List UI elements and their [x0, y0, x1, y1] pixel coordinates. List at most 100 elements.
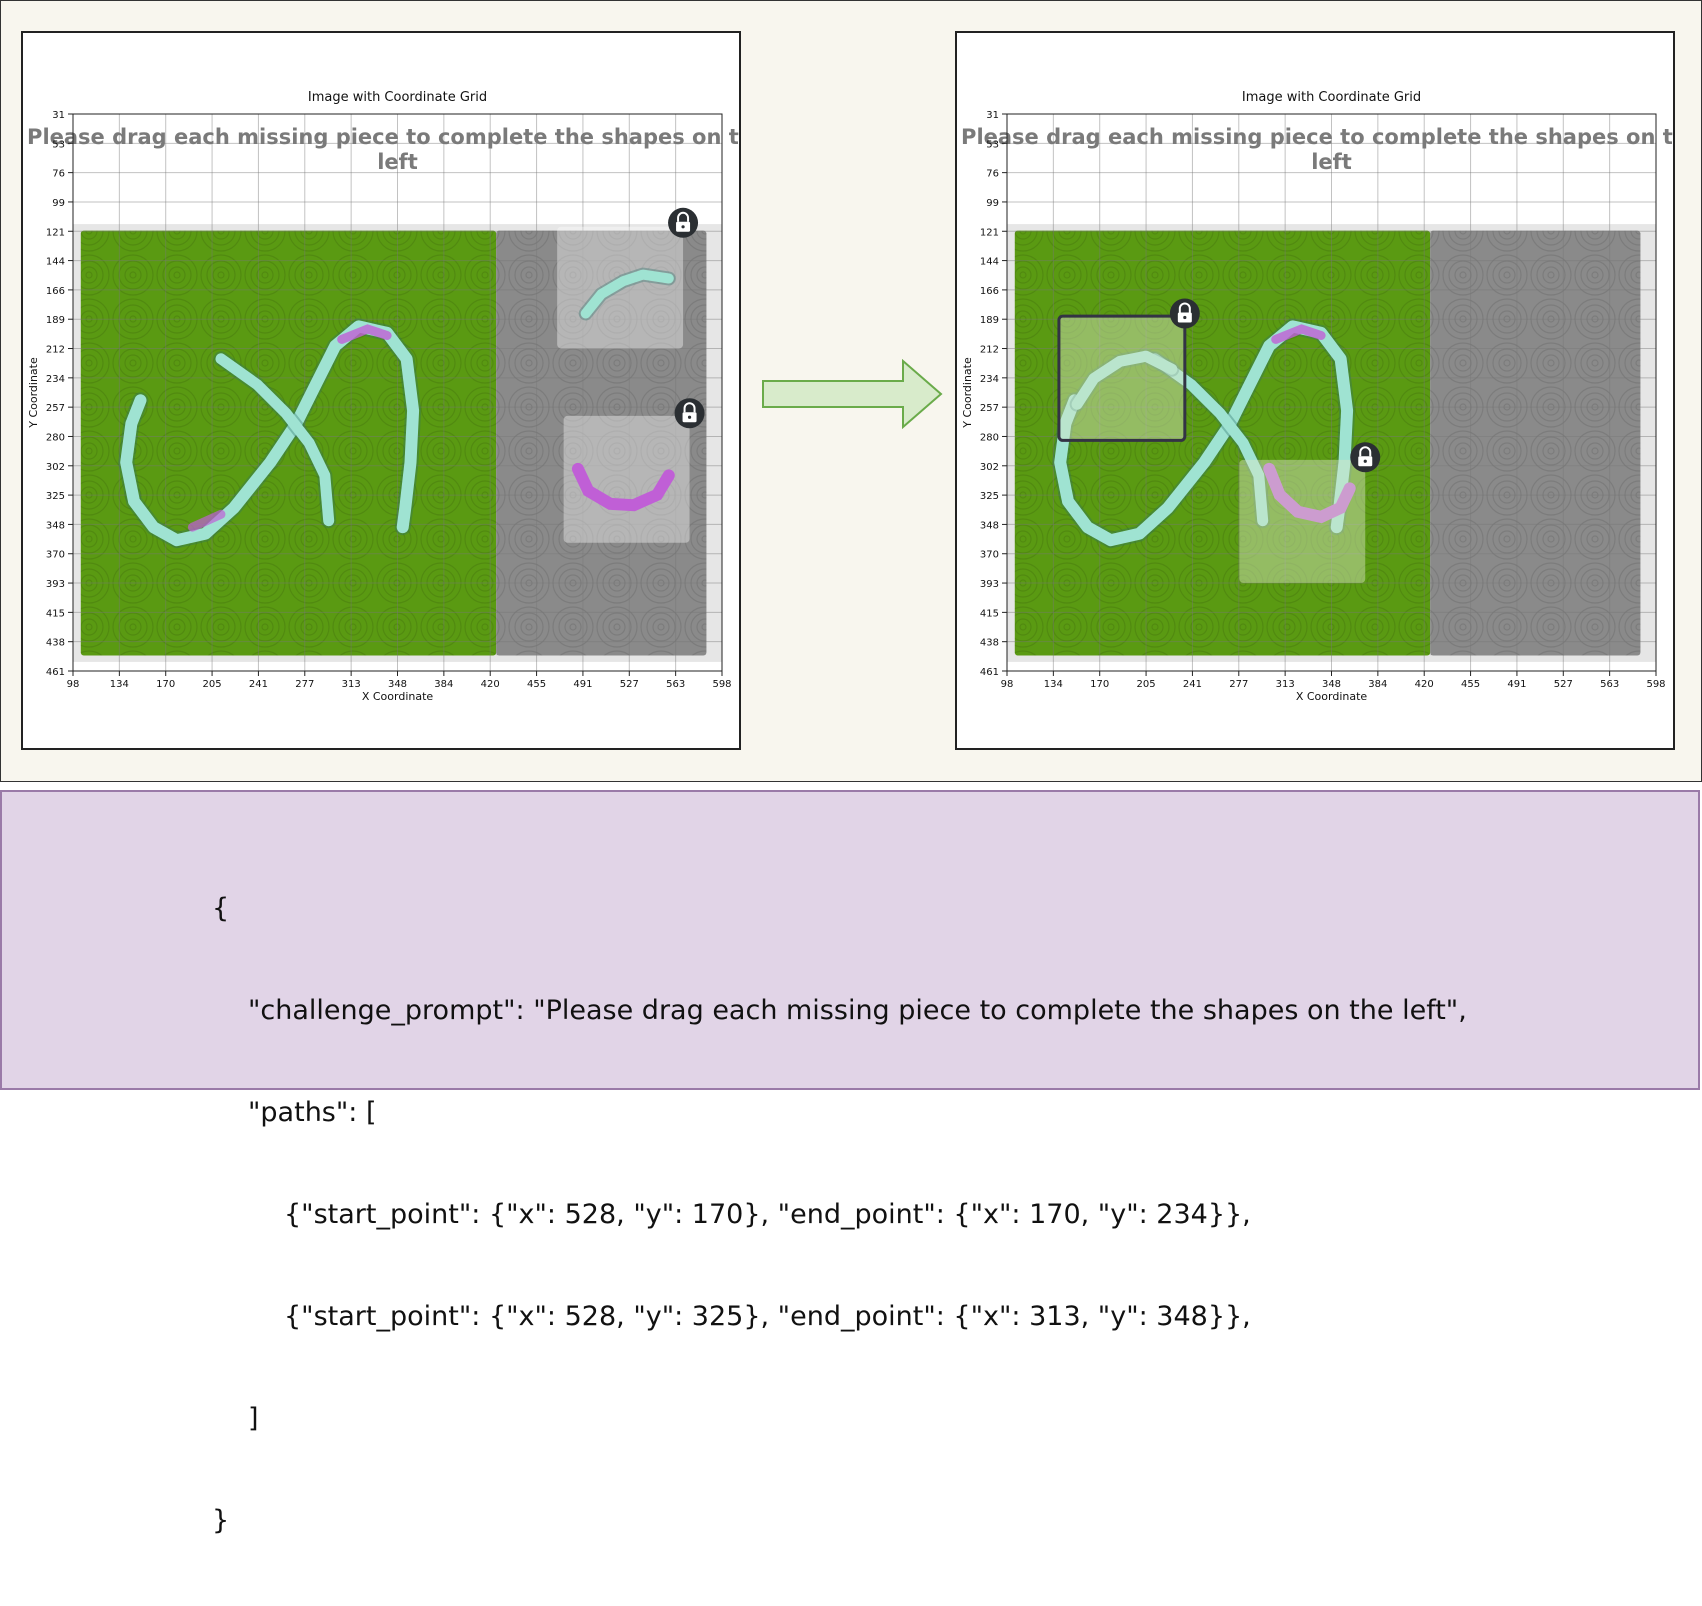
json-line-open: {: [212, 893, 230, 924]
comparison-area: Image with Coordinate Grid Please drag ea…: [0, 0, 1702, 782]
y-tick-label: 325: [980, 491, 999, 502]
x-axis-label: X Coordinate: [1296, 690, 1368, 703]
y-tick-label: 280: [980, 432, 999, 443]
y-tick-label: 99: [52, 198, 65, 209]
challenge-prompt-line-2: left: [377, 150, 418, 174]
x-tick-label: 598: [712, 679, 731, 690]
y-tick-label: 53: [986, 139, 999, 150]
y-tick-label: 121: [980, 227, 999, 238]
lock-icon-placed-1[interactable]: [1169, 298, 1200, 329]
x-tick-label: 313: [1276, 679, 1295, 690]
x-tick-label: 205: [203, 679, 222, 690]
solution-json-text: { "challenge_prompt": "Please drag each …: [212, 824, 1467, 1606]
y-tick-label: 438: [980, 638, 999, 649]
y-tick-label: 348: [46, 520, 65, 531]
json-line-close: }: [212, 1505, 230, 1536]
lock-icon-piece-1[interactable]: [668, 207, 699, 238]
x-axis-label: X Coordinate: [362, 690, 434, 703]
puzzle-chart-after: Image with Coordinate Grid Please drag ea…: [961, 90, 1673, 703]
y-tick-label: 393: [46, 579, 65, 590]
x-tick-label: 98: [67, 679, 80, 690]
puzzle-chart-before: Image with Coordinate Grid Please drag ea…: [27, 90, 739, 703]
x-tick-label: 563: [666, 679, 685, 690]
chart-title: Image with Coordinate Grid: [1242, 90, 1421, 105]
x-tick-label: 134: [110, 679, 129, 690]
placed-piece-2[interactable]: [1239, 459, 1366, 583]
json-line-bracket-close: ]: [248, 1403, 259, 1434]
x-tick-label: 348: [388, 679, 407, 690]
y-tick-label: 166: [46, 286, 65, 297]
y-tick-label: 280: [46, 432, 65, 443]
y-axis-label: Y Coordinate: [961, 357, 974, 429]
gray-texture: [1430, 230, 1641, 656]
solution-json-panel: { "challenge_prompt": "Please drag each …: [0, 790, 1700, 1536]
chart-title: Image with Coordinate Grid: [308, 90, 487, 105]
y-tick-label: 370: [980, 550, 999, 561]
panel-after: Image with Coordinate Grid Please drag ea…: [955, 31, 1675, 750]
right-arrow-icon: [762, 359, 943, 429]
y-tick-label: 461: [46, 667, 65, 678]
x-tick-label: 420: [1415, 679, 1434, 690]
x-tick-label: 241: [249, 679, 268, 690]
y-tick-label: 144: [46, 257, 65, 268]
x-tick-label: 527: [620, 679, 639, 690]
x-tick-label: 205: [1137, 679, 1156, 690]
x-tick-label: 598: [1646, 679, 1665, 690]
y-tick-label: 76: [986, 169, 999, 180]
y-axis-label: Y Coordinate: [27, 357, 40, 429]
y-tick-label: 370: [46, 550, 65, 561]
panel-before: Image with Coordinate Grid Please drag ea…: [21, 31, 741, 750]
y-tick-label: 189: [46, 315, 65, 326]
x-tick-label: 98: [1001, 679, 1014, 690]
x-tick-label: 348: [1322, 679, 1341, 690]
y-tick-label: 31: [986, 110, 999, 121]
y-tick-label: 189: [980, 315, 999, 326]
json-line-path-1: {"start_point": {"x": 528, "y": 170}, "e…: [284, 1199, 1251, 1230]
challenge-prompt-line-1: Please drag each missing piece to comple…: [961, 125, 1673, 149]
x-tick-label: 241: [1183, 679, 1202, 690]
y-tick-label: 257: [46, 403, 65, 414]
x-tick-label: 491: [1507, 679, 1526, 690]
y-tick-label: 415: [980, 608, 999, 619]
x-tick-label: 170: [1090, 679, 1109, 690]
y-tick-label: 438: [46, 638, 65, 649]
y-tick-label: 325: [46, 491, 65, 502]
y-tick-label: 144: [980, 257, 999, 268]
x-tick-label: 170: [156, 679, 175, 690]
x-tick-label: 384: [434, 679, 453, 690]
x-tick-label: 455: [1461, 679, 1480, 690]
y-tick-label: 76: [52, 169, 65, 180]
y-tick-label: 121: [46, 227, 65, 238]
x-tick-label: 313: [342, 679, 361, 690]
y-tick-label: 99: [986, 198, 999, 209]
y-tick-label: 31: [52, 110, 65, 121]
y-tick-label: 348: [980, 520, 999, 531]
y-tick-label: 212: [980, 345, 999, 356]
y-tick-label: 257: [980, 403, 999, 414]
placed-piece-1[interactable]: [1057, 314, 1187, 442]
y-tick-label: 415: [46, 608, 65, 619]
y-tick-label: 234: [46, 374, 65, 385]
x-tick-label: 527: [1554, 679, 1573, 690]
y-tick-label: 234: [980, 374, 999, 385]
lock-icon-piece-2[interactable]: [674, 398, 705, 429]
x-tick-label: 134: [1044, 679, 1063, 690]
json-line-paths: "paths": [: [248, 1097, 377, 1128]
y-tick-label: 302: [980, 462, 999, 473]
y-tick-label: 53: [52, 139, 65, 150]
lock-icon-placed-2[interactable]: [1350, 442, 1381, 473]
json-line-prompt: "challenge_prompt": "Please drag each mi…: [248, 995, 1467, 1026]
x-tick-label: 384: [1368, 679, 1387, 690]
challenge-prompt-line-2: left: [1311, 150, 1352, 174]
x-tick-label: 491: [573, 679, 592, 690]
x-tick-label: 563: [1600, 679, 1619, 690]
y-tick-label: 166: [980, 286, 999, 297]
y-tick-label: 212: [46, 345, 65, 356]
challenge-prompt-line-1: Please drag each missing piece to comple…: [27, 125, 739, 149]
y-tick-label: 461: [980, 667, 999, 678]
y-tick-label: 393: [980, 579, 999, 590]
x-tick-label: 455: [527, 679, 546, 690]
json-line-path-2: {"start_point": {"x": 528, "y": 325}, "e…: [284, 1301, 1251, 1332]
y-tick-label: 302: [46, 462, 65, 473]
x-tick-label: 277: [295, 679, 314, 690]
